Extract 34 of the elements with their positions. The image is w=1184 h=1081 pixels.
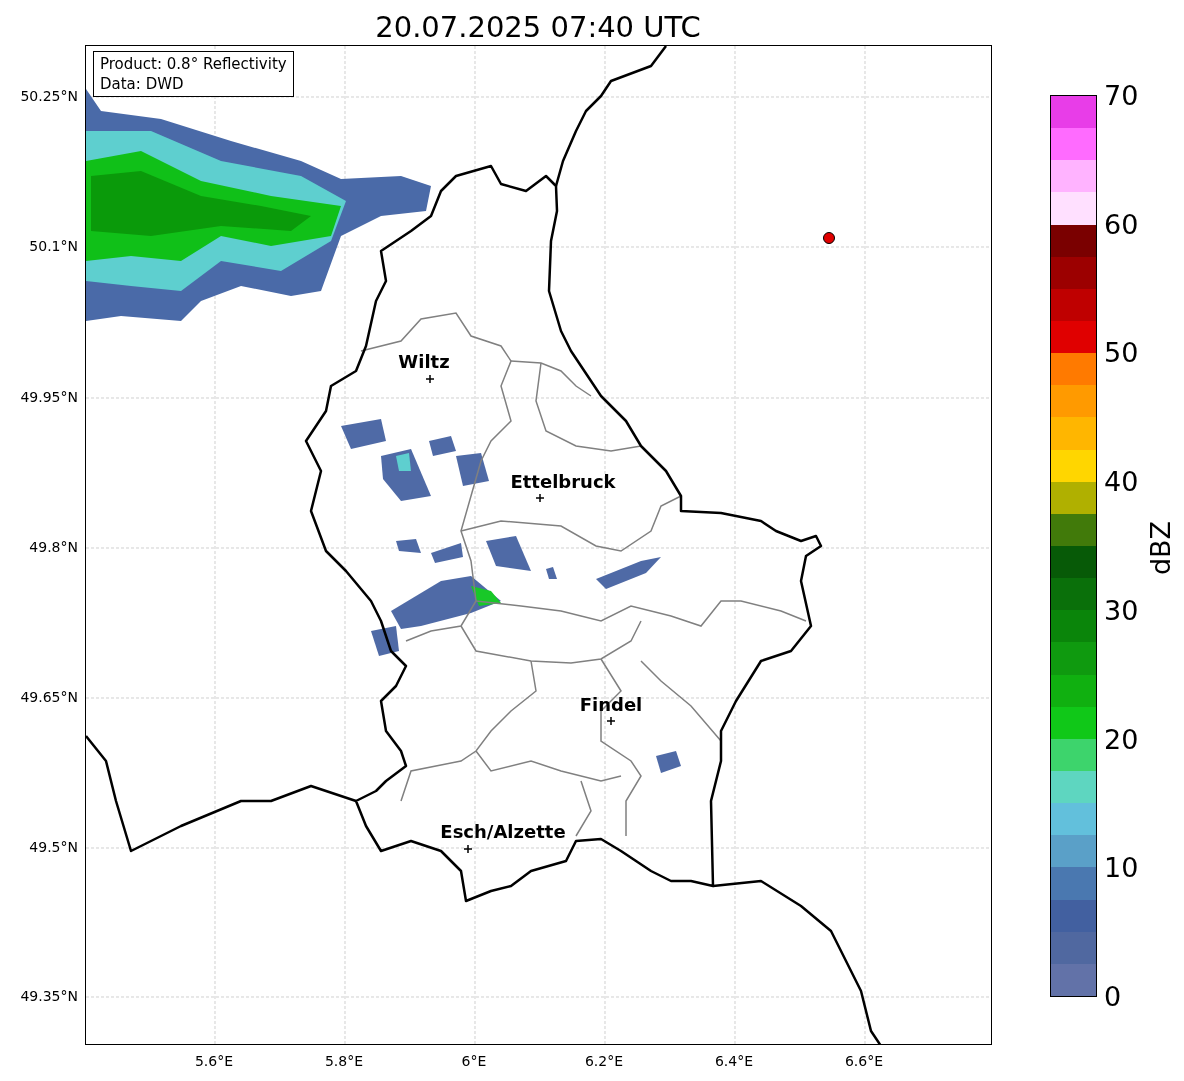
x-tick-label: 5.8°E	[324, 1054, 364, 1068]
x-tick-label: 6.2°E	[584, 1054, 624, 1068]
city-label: Wiltz	[398, 353, 450, 371]
colorbar-tick-label: 20	[1104, 725, 1139, 753]
radar-site-marker	[823, 232, 835, 244]
y-tick-label: 49.8°N	[29, 540, 78, 554]
x-tick-label: 6.4°E	[714, 1054, 754, 1068]
colorbar-tick-label: 40	[1104, 467, 1139, 495]
colorbar-tick-label: 30	[1104, 596, 1139, 624]
city-label: Esch/Alzette	[440, 823, 566, 841]
y-tick-label: 49.95°N	[20, 390, 78, 404]
city-marker-icon	[425, 374, 435, 384]
city-marker-icon	[463, 844, 473, 854]
y-tick-label: 50.1°N	[29, 239, 78, 253]
colorbar-tick-label: 70	[1104, 81, 1139, 109]
colorbar-tick-label: 50	[1104, 338, 1139, 366]
x-tick-label: 6°E	[461, 1054, 487, 1068]
y-tick-label: 49.5°N	[29, 840, 78, 854]
x-tick-label: 5.6°E	[194, 1054, 234, 1068]
city-marker-icon	[535, 493, 545, 503]
y-tick-label: 50.25°N	[20, 89, 78, 103]
y-tick-label: 49.35°N	[20, 989, 78, 1003]
info-text: Product: 0.8° Reflectivity	[100, 54, 287, 74]
chart-title: 20.07.2025 07:40 UTC	[375, 9, 701, 46]
city-label: Findel	[579, 696, 643, 714]
colorbar-tick-label: 60	[1104, 210, 1139, 238]
city-label: Ettelbruck	[510, 473, 616, 491]
colorbar-label: dBZ	[1146, 520, 1174, 576]
colorbar-tick-label: 10	[1104, 853, 1139, 881]
y-tick-label: 49.65°N	[20, 690, 78, 704]
info-text: Data: DWD	[100, 74, 185, 94]
colorbar-tick-label: 0	[1104, 982, 1122, 1010]
city-marker-icon	[606, 716, 616, 726]
x-tick-label: 6.6°E	[844, 1054, 884, 1068]
